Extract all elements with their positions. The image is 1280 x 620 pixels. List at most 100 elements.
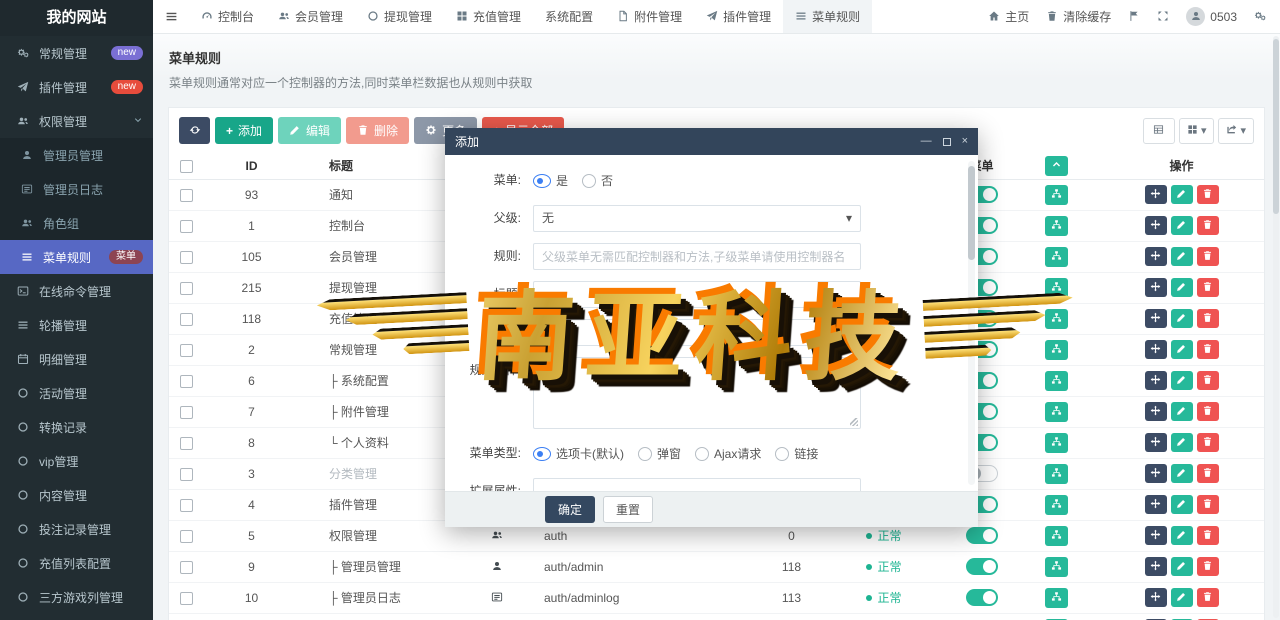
clear-cache-button[interactable]: 清除缓存 [1046, 8, 1111, 25]
drag-sort-button[interactable] [1145, 371, 1167, 390]
row-delete-button[interactable] [1197, 185, 1219, 204]
row-delete-button[interactable] [1197, 433, 1219, 452]
subnode-button[interactable] [1045, 247, 1068, 267]
add-button[interactable]: +添加 [215, 117, 273, 144]
row-delete-button[interactable] [1197, 557, 1219, 576]
toggle-view-button[interactable] [1143, 118, 1175, 144]
column-header-tree[interactable] [1014, 153, 1099, 179]
sidebar-item[interactable]: 转换记录 [0, 410, 153, 444]
row-edit-button[interactable] [1171, 495, 1193, 514]
subnode-button[interactable] [1045, 185, 1068, 205]
subnode-button[interactable] [1045, 309, 1068, 329]
topbar-tab[interactable]: 控制台 [189, 0, 266, 33]
title-input[interactable] [533, 281, 861, 308]
column-header-checkbox[interactable] [169, 153, 204, 179]
row-edit-button[interactable] [1171, 464, 1193, 483]
user-menu[interactable]: 0503 [1186, 7, 1237, 26]
row-edit-button[interactable] [1171, 557, 1193, 576]
row-edit-button[interactable] [1171, 588, 1193, 607]
row-checkbox[interactable] [180, 220, 193, 233]
dialog-titlebar[interactable]: 添加 — × [445, 128, 978, 155]
sidebar-item[interactable]: 轮播管理 [0, 308, 153, 342]
menu-no-radio[interactable]: 否 [582, 172, 613, 189]
row-delete-button[interactable] [1197, 402, 1219, 421]
subnode-button[interactable] [1045, 216, 1068, 236]
rule-input[interactable] [533, 243, 861, 270]
row-delete-button[interactable] [1197, 309, 1219, 328]
drag-sort-button[interactable] [1145, 340, 1167, 359]
subnode-button[interactable] [1045, 526, 1068, 546]
collapse-all-button[interactable] [1045, 156, 1068, 176]
row-edit-button[interactable] [1171, 278, 1193, 297]
reset-button[interactable]: 重置 [603, 496, 653, 523]
sidebar-item[interactable]: 明细管理 [0, 342, 153, 376]
row-checkbox[interactable] [180, 189, 193, 202]
topbar-tab[interactable]: 充值管理 [444, 0, 533, 33]
sidebar-item[interactable]: vip管理 [0, 444, 153, 478]
row-delete-button[interactable] [1197, 278, 1219, 297]
row-delete-button[interactable] [1197, 495, 1219, 514]
row-checkbox[interactable] [180, 592, 193, 605]
row-checkbox[interactable] [180, 468, 193, 481]
sidebar-item[interactable]: 插件管理new [0, 70, 153, 104]
row-edit-button[interactable] [1171, 247, 1193, 266]
sidebar-toggle-button[interactable] [153, 0, 189, 33]
drag-sort-button[interactable] [1145, 464, 1167, 483]
fullscreen-button[interactable] [1157, 10, 1169, 24]
columns-button[interactable]: ▾ [1179, 118, 1215, 144]
drag-sort-button[interactable] [1145, 402, 1167, 421]
row-edit-button[interactable] [1171, 185, 1193, 204]
drag-sort-button[interactable] [1145, 495, 1167, 514]
select-all-checkbox[interactable] [180, 160, 193, 173]
topbar-tab[interactable]: 菜单规则 [783, 0, 872, 33]
subnode-button[interactable] [1045, 402, 1068, 422]
refresh-button[interactable] [179, 117, 210, 144]
maximize-icon[interactable] [943, 138, 951, 146]
topbar-tab[interactable]: 系统配置 [533, 0, 605, 33]
subnode-button[interactable] [1045, 433, 1068, 453]
menu-type-radio[interactable]: 链接 [775, 445, 818, 462]
menu-toggle[interactable] [966, 527, 998, 544]
page-scrollbar-thumb[interactable] [1273, 39, 1279, 214]
sidebar-item[interactable]: 内容管理 [0, 478, 153, 512]
topbar-tab[interactable]: 会员管理 [266, 0, 355, 33]
row-edit-button[interactable] [1171, 433, 1193, 452]
drag-sort-button[interactable] [1145, 557, 1167, 576]
sidebar-item[interactable]: 活动管理 [0, 376, 153, 410]
sidebar-item[interactable]: 三方游戏列管理 [0, 580, 153, 614]
close-icon[interactable]: × [962, 136, 968, 147]
row-delete-button[interactable] [1197, 588, 1219, 607]
menu-yes-radio[interactable]: 是 [533, 172, 568, 189]
subnode-button[interactable] [1045, 340, 1068, 360]
row-checkbox[interactable] [180, 344, 193, 357]
drag-sort-button[interactable] [1145, 247, 1167, 266]
export-button[interactable]: ▾ [1218, 118, 1254, 144]
sidebar-item[interactable]: 管理员日志 [0, 172, 153, 206]
row-checkbox[interactable] [180, 499, 193, 512]
edit-button[interactable]: 编辑 [278, 117, 341, 144]
subnode-button[interactable] [1045, 557, 1068, 577]
row-delete-button[interactable] [1197, 247, 1219, 266]
row-edit-button[interactable] [1171, 371, 1193, 390]
row-checkbox[interactable] [180, 313, 193, 326]
row-edit-button[interactable] [1171, 309, 1193, 328]
sidebar-item[interactable]: 管理员管理 [0, 138, 153, 172]
row-checkbox[interactable] [180, 282, 193, 295]
drag-sort-button[interactable] [1145, 185, 1167, 204]
row-edit-button[interactable] [1171, 402, 1193, 421]
home-link[interactable]: 主页 [988, 8, 1029, 25]
row-edit-button[interactable] [1171, 340, 1193, 359]
menu-toggle[interactable] [966, 558, 998, 575]
menu-type-radio[interactable]: 选项卡(默认) [533, 445, 624, 462]
menu-toggle[interactable] [966, 589, 998, 606]
row-checkbox[interactable] [180, 530, 193, 543]
subnode-button[interactable] [1045, 278, 1068, 298]
sidebar-item[interactable]: 投注记录管理 [0, 512, 153, 546]
sidebar-item[interactable]: 充值列表配置 [0, 546, 153, 580]
row-checkbox[interactable] [180, 375, 193, 388]
subnode-button[interactable] [1045, 495, 1068, 515]
subnode-button[interactable] [1045, 371, 1068, 391]
sidebar-item[interactable]: 角色组 [0, 206, 153, 240]
subnode-button[interactable] [1045, 464, 1068, 484]
sidebar-item[interactable]: 常规管理new [0, 36, 153, 70]
